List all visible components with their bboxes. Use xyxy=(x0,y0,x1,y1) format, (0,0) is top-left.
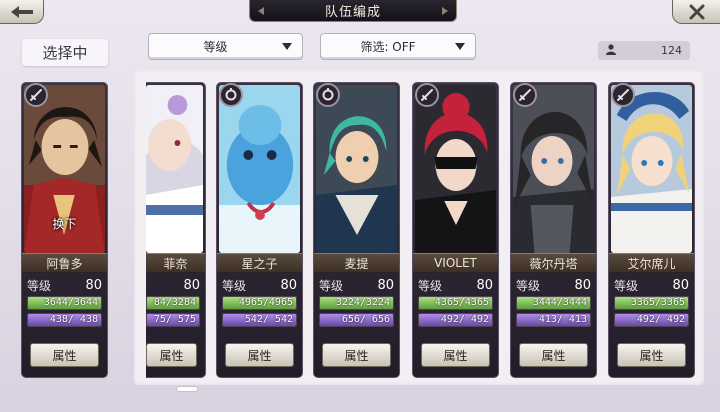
filter-dropdown[interactable]: 筛选: OFF xyxy=(320,33,476,60)
sword-class-icon xyxy=(24,83,48,107)
character-card-5[interactable]: 薇尔丹塔 等级 80 3444/3444 413/ 413 属性 xyxy=(510,82,597,378)
back-button[interactable] xyxy=(0,0,44,24)
level-value: 80 xyxy=(476,277,493,293)
hp-text: 3365/3365 xyxy=(630,297,685,308)
level-row: 等级 80 xyxy=(27,276,102,294)
mp-text: 492/ 492 xyxy=(440,314,489,325)
attribute-button[interactable]: 属性 xyxy=(322,343,391,367)
mp-text: 492/ 492 xyxy=(636,314,685,325)
filter-dropdown-value: 筛选: OFF xyxy=(360,40,416,54)
page-title: 队伍编成 xyxy=(249,0,457,22)
hp-bar: 3444/3444 xyxy=(516,296,591,310)
hp-text: 84/3284 xyxy=(153,297,196,308)
level-row: 等级 80 xyxy=(222,276,297,294)
mp-text: 75/ 575 xyxy=(153,314,196,325)
close-icon xyxy=(689,4,705,20)
character-portrait xyxy=(146,85,203,253)
level-value: 80 xyxy=(574,277,591,293)
mp-bar: 492/ 492 xyxy=(418,313,493,327)
character-portrait xyxy=(415,85,496,253)
magic-class-icon xyxy=(316,83,340,107)
hp-text: 3444/3444 xyxy=(532,297,587,308)
mp-bar: 492/ 492 xyxy=(614,313,689,327)
level-label: 等级 xyxy=(27,278,52,293)
back-arrow-icon xyxy=(9,5,35,19)
level-row: 等级 80 xyxy=(516,276,591,294)
level-value: 80 xyxy=(280,277,297,293)
level-label: 等级 xyxy=(222,278,247,293)
mp-bar: 75/ 575 xyxy=(146,313,200,327)
character-card-1[interactable]: 菲奈 80 84/3284 75/ 575 属性 xyxy=(146,82,206,378)
attribute-button[interactable]: 属性 xyxy=(421,343,490,367)
level-label: 等级 xyxy=(614,278,639,293)
chevron-down-icon xyxy=(282,43,292,50)
character-portrait xyxy=(513,85,594,253)
level-row: 等级 80 xyxy=(418,276,493,294)
mp-text: 656/ 656 xyxy=(341,314,390,325)
hp-bar: 3224/3224 xyxy=(319,296,394,310)
attribute-button[interactable]: 属性 xyxy=(30,343,99,367)
character-name: 阿鲁多 xyxy=(22,253,107,273)
person-icon xyxy=(606,43,616,58)
mp-text: 542/ 542 xyxy=(244,314,293,325)
level-row: 等级 80 xyxy=(319,276,394,294)
close-button[interactable] xyxy=(672,0,720,24)
magic-class-icon xyxy=(219,83,243,107)
member-count: 124 xyxy=(598,41,690,60)
mp-text: 438/ 438 xyxy=(49,314,98,325)
character-card-6[interactable]: 艾尔席儿 等级 80 3365/3365 492/ 492 属性 xyxy=(608,82,695,378)
character-portrait xyxy=(611,85,692,253)
sword-class-icon xyxy=(415,83,439,107)
swap-label: 换下 xyxy=(52,217,77,231)
member-count-value: 124 xyxy=(661,44,682,57)
level-value: 80 xyxy=(672,277,689,293)
level-label: 等级 xyxy=(516,278,541,293)
character-card-2[interactable]: 星之子 等级 80 4965/4965 542/ 542 属性 xyxy=(216,82,303,378)
character-name: 薇尔丹塔 xyxy=(511,253,596,273)
hp-text: 3644/3644 xyxy=(43,297,98,308)
attribute-button[interactable]: 属性 xyxy=(519,343,588,367)
character-portrait xyxy=(316,85,397,253)
level-row: 等级 80 xyxy=(614,276,689,294)
hp-text: 4365/4365 xyxy=(434,297,489,308)
mp-text: 413/ 413 xyxy=(538,314,587,325)
hp-bar: 3644/3644 xyxy=(27,296,102,310)
level-row: 80 xyxy=(146,276,200,294)
hp-bar: 4965/4965 xyxy=(222,296,297,310)
mp-bar: 656/ 656 xyxy=(319,313,394,327)
sword-class-icon xyxy=(611,83,635,107)
character-name: VIOLET xyxy=(413,253,498,273)
sword-class-icon xyxy=(513,83,537,107)
character-name: 艾尔席儿 xyxy=(609,253,694,273)
hp-bar: 4365/4365 xyxy=(418,296,493,310)
hp-text: 3224/3224 xyxy=(335,297,390,308)
chevron-down-icon xyxy=(455,43,465,50)
hp-bar: 84/3284 xyxy=(146,296,200,310)
level-value: 80 xyxy=(183,277,200,293)
attribute-button[interactable]: 属性 xyxy=(146,343,197,367)
sort-dropdown[interactable]: 等级 xyxy=(148,33,303,60)
selected-tab[interactable]: 选择中 xyxy=(22,39,108,66)
sort-dropdown-value: 等级 xyxy=(203,40,228,54)
attribute-button[interactable]: 属性 xyxy=(225,343,294,367)
character-name: 菲奈 xyxy=(146,253,205,273)
character-name: 星之子 xyxy=(217,253,302,273)
hp-bar: 3365/3365 xyxy=(614,296,689,310)
level-label: 等级 xyxy=(319,278,344,293)
character-name: 麦提 xyxy=(314,253,399,273)
mp-bar: 542/ 542 xyxy=(222,313,297,327)
character-card-0[interactable]: 换下 阿鲁多 等级 80 3644/3644 438/ 438 属性 xyxy=(21,82,108,378)
level-value: 80 xyxy=(377,277,394,293)
scroll-indicator[interactable] xyxy=(176,386,198,392)
attribute-button[interactable]: 属性 xyxy=(617,343,686,367)
character-card-3[interactable]: 麦提 等级 80 3224/3224 656/ 656 属性 xyxy=(313,82,400,378)
level-value: 80 xyxy=(85,277,102,293)
character-portrait xyxy=(219,85,300,253)
hp-text: 4965/4965 xyxy=(238,297,293,308)
character-card-4[interactable]: VIOLET 等级 80 4365/4365 492/ 492 属性 xyxy=(412,82,499,378)
mp-bar: 413/ 413 xyxy=(516,313,591,327)
mp-bar: 438/ 438 xyxy=(27,313,102,327)
level-label: 等级 xyxy=(418,278,443,293)
